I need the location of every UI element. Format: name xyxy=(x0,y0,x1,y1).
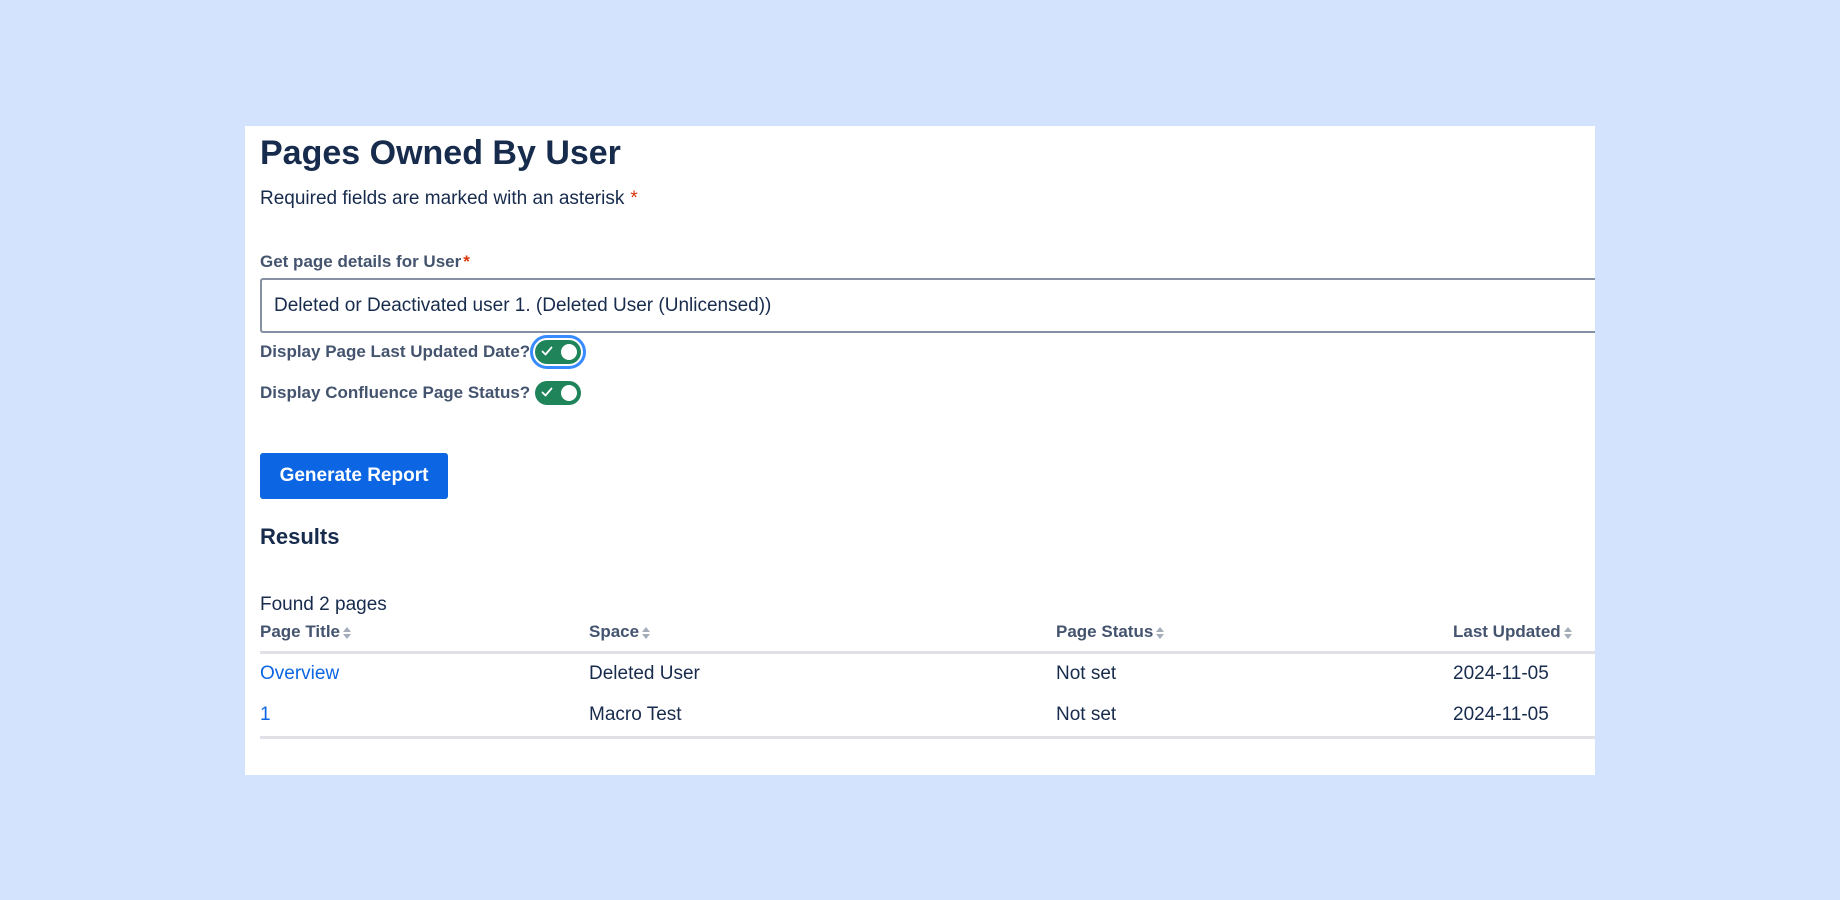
check-icon xyxy=(541,387,553,397)
page-link[interactable]: 1 xyxy=(260,704,271,725)
column-header-label: Page Title xyxy=(260,622,340,642)
column-header-space[interactable]: Space xyxy=(589,620,1056,654)
cell-page-title: Overview xyxy=(260,652,589,695)
table-row: Overview Deleted User Not set 2024-11-05 xyxy=(260,652,1595,695)
sort-icon xyxy=(1156,626,1165,640)
generate-report-button[interactable]: Generate Report xyxy=(260,453,448,499)
user-select-value: Deleted or Deactivated user 1. (Deleted … xyxy=(274,295,772,316)
page-title: Pages Owned By User xyxy=(260,134,621,172)
toggle-page-status[interactable] xyxy=(535,381,582,405)
user-field-label: Get page details for User * xyxy=(260,252,470,272)
column-header-label: Page Status xyxy=(1056,622,1154,642)
column-header-page-title[interactable]: Page Title xyxy=(260,620,589,654)
toggle-label-last-updated: Display Page Last Updated Date? xyxy=(260,342,531,361)
required-asterisk: * xyxy=(630,188,638,209)
column-header-last-updated[interactable]: Last Updated xyxy=(1453,620,1595,654)
table-header-row: Page Title Space Page Status Last Update… xyxy=(260,620,1595,654)
column-header-page-status[interactable]: Page Status xyxy=(1056,620,1453,654)
required-fields-note: Required fields are marked with an aster… xyxy=(260,188,638,210)
report-panel: Pages Owned By User Required fields are … xyxy=(245,126,1595,775)
column-header-label: Last Updated xyxy=(1453,622,1561,642)
cell-space: Macro Test xyxy=(589,694,1056,739)
user-field-label-text: Get page details for User xyxy=(260,252,462,271)
cell-page-title: 1 xyxy=(260,694,589,739)
toggle-row-page-status: Display Confluence Page Status? xyxy=(260,381,582,405)
cell-page-status: Not set xyxy=(1056,663,1117,684)
cell-page-status: Not set xyxy=(1056,694,1453,739)
sort-icon xyxy=(642,626,651,640)
sort-icon xyxy=(343,626,351,640)
user-field-required-asterisk: * xyxy=(463,252,470,271)
required-note-text: Required fields are marked with an aster… xyxy=(260,188,625,209)
toggle-knob xyxy=(561,385,578,401)
toggle-label-page-status: Display Confluence Page Status? xyxy=(260,383,531,402)
user-select[interactable]: Deleted or Deactivated user 1. (Deleted … xyxy=(260,278,1595,333)
table-row: 1 Macro Test Not set 2024-11-05 xyxy=(260,694,1595,739)
toggle-last-updated[interactable] xyxy=(530,335,587,369)
results-heading: Results xyxy=(260,524,340,549)
cell-last-updated: 2024-11-05 xyxy=(1453,663,1549,684)
toggle-row-last-updated: Display Page Last Updated Date? xyxy=(260,335,587,369)
results-table: Page Title Space Page Status Last Update… xyxy=(260,620,1595,739)
page-link[interactable]: Overview xyxy=(260,663,339,684)
cell-space: Deleted User xyxy=(589,663,700,684)
sort-icon xyxy=(1563,626,1572,640)
check-icon xyxy=(541,346,553,356)
column-header-label: Space xyxy=(589,622,640,642)
toggle-knob xyxy=(561,344,578,360)
found-count: Found 2 pages xyxy=(260,594,387,615)
cell-last-updated: 2024-11-05 xyxy=(1453,694,1595,739)
